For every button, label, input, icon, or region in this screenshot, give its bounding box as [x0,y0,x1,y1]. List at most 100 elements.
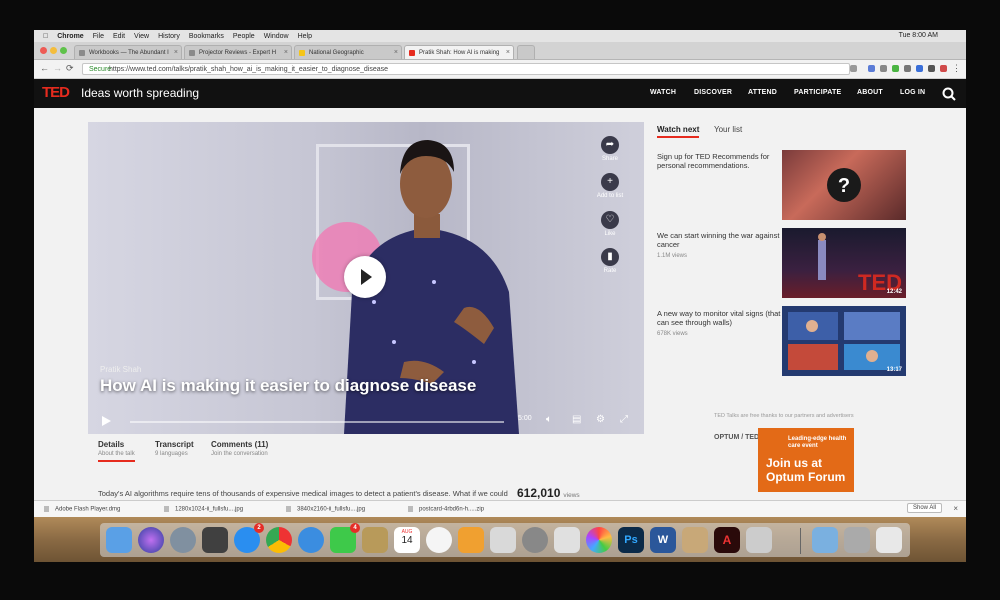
recommendation-item[interactable]: We can start winning the war against can… [657,231,785,261]
extension-icon[interactable] [868,65,875,72]
menu-help[interactable]: Help [298,33,312,40]
add-to-list-action[interactable]: + Add to list [590,173,630,199]
safari-icon[interactable] [298,527,324,553]
play-icon[interactable] [102,416,111,426]
menu-app-name[interactable]: Chrome [57,33,83,40]
menu-history[interactable]: History [158,33,180,40]
messages-icon[interactable]: 4 [330,523,360,553]
rate-action[interactable]: ▮ Rate [590,248,630,274]
launchpad-icon[interactable] [170,527,196,553]
menu-people[interactable]: People [233,33,255,40]
tab-transcript[interactable]: Transcript 9 languages [155,440,194,457]
extension-icon[interactable] [928,65,935,72]
ted-logo[interactable]: TED [42,84,70,101]
share-action[interactable]: ➦ Share [590,136,630,162]
volume-icon[interactable]: 🔈︎ [546,414,552,425]
new-tab-button[interactable] [517,45,535,59]
extension-icon[interactable] [892,65,899,72]
ibooks-icon[interactable] [458,527,484,553]
calendar-icon[interactable]: AUG 14 [394,527,420,553]
nav-discover[interactable]: DISCOVER [694,89,732,96]
mission-control-icon[interactable] [202,527,228,553]
notes-icon[interactable] [682,527,708,553]
recommendation-item[interactable]: A new way to monitor vital signs (that c… [657,309,785,339]
close-tab-icon[interactable]: × [174,46,178,59]
forward-icon[interactable]: → [53,63,62,73]
folder-icon[interactable] [812,527,838,553]
recommendation-title: A new way to monitor vital signs (that c… [657,309,781,327]
contacts-icon[interactable] [362,527,388,553]
close-tab-icon[interactable]: × [284,46,288,59]
minimize-window-button[interactable] [50,47,57,54]
tab-your-list[interactable]: Your list [714,125,742,134]
back-icon[interactable]: ← [40,63,49,73]
download-item[interactable]: 3840x2160-ii_fullsfu....jpg [286,506,365,513]
menu-window[interactable]: Window [264,33,289,40]
tab-details[interactable]: Details About the talk [98,440,135,462]
play-button[interactable] [344,256,386,298]
tab-watch-next[interactable]: Watch next [657,125,700,138]
preview-icon[interactable] [554,527,580,553]
url-bar[interactable]: Secure https://www.ted.com/talks/pratik_… [82,63,850,75]
system-preferences-icon[interactable] [522,527,548,553]
optum-ad[interactable]: OPTUM / TED Leading-edge health care eve… [714,428,854,492]
show-all-button[interactable]: Show All [906,503,942,513]
app-store-badge: 2 [254,523,264,533]
recommendation-item[interactable]: Sign up for TED Recommends for personal … [657,152,785,170]
menu-file[interactable]: File [93,33,104,40]
browser-tab-active[interactable]: Pratik Shah: How AI is making × [404,45,514,59]
nav-login[interactable]: LOG IN [900,89,925,96]
search-icon[interactable] [942,87,956,101]
downloads-stack-icon[interactable] [844,527,870,553]
preview-document-icon[interactable] [746,527,772,553]
subtitles-icon[interactable]: ▤ [572,414,581,425]
menu-view[interactable]: View [134,33,149,40]
zoom-window-button[interactable] [60,47,67,54]
reload-icon[interactable]: ⟳ [66,63,74,74]
extension-icon[interactable] [916,65,923,72]
app-store-icon[interactable]: 2 [234,523,264,553]
nav-watch[interactable]: WATCH [650,89,676,96]
settings-icon[interactable]: ⚙︎ [596,414,605,425]
menu-dots-icon[interactable]: ⋮ [952,63,961,74]
recommendation-thumbnail[interactable]: ? [782,150,906,220]
nav-participate[interactable]: PARTICIPATE [794,89,841,96]
fullscreen-icon[interactable]: ⤢ [620,414,628,425]
itunes-icon[interactable] [426,527,452,553]
tab-comments[interactable]: Comments (11) Join the conversation [211,440,268,457]
extension-icon[interactable] [904,65,911,72]
nav-attend[interactable]: ATTEND [748,89,777,96]
nav-about[interactable]: ABOUT [857,89,883,96]
recommendation-thumbnail[interactable]: TED 12:42 [782,228,906,298]
word-icon[interactable]: W [650,527,676,553]
menu-edit[interactable]: Edit [113,33,125,40]
acrobat-icon[interactable]: A [714,527,740,553]
photo-booth-icon[interactable] [490,527,516,553]
chrome-icon[interactable] [266,527,292,553]
close-tab-icon[interactable]: × [506,46,510,59]
photos-icon[interactable] [586,527,612,553]
browser-tab[interactable]: Projector Reviews - Expert H × [184,45,292,59]
like-action[interactable]: ♡ Like [590,211,630,237]
video-player[interactable]: ➦ Share + Add to list ♡ Like ▮ Rate Prat… [88,122,644,434]
star-icon[interactable] [850,65,857,72]
browser-tab[interactable]: Workbooks — The Abundant I × [74,45,182,59]
apple-icon[interactable]:  [43,33,48,40]
close-window-button[interactable] [40,47,47,54]
finder-icon[interactable] [106,527,132,553]
close-tab-icon[interactable]: × [394,46,398,59]
progress-bar[interactable] [130,421,504,423]
menubar-clock[interactable]: Tue 8:00 AM [899,32,938,39]
download-item[interactable]: 1280x1024-ii_fullsfu....jpg [164,506,243,513]
recommendation-thumbnail[interactable]: 13:17 [782,306,906,376]
extension-icon[interactable] [880,65,887,72]
download-item[interactable]: postcard-4rbd6n-h.....zip [408,506,484,513]
siri-icon[interactable] [138,527,164,553]
close-downloads-icon[interactable]: × [953,504,958,513]
download-item[interactable]: Adobe Flash Player.dmg [44,506,120,513]
menu-bookmarks[interactable]: Bookmarks [189,33,224,40]
photoshop-icon[interactable]: Ps [618,527,644,553]
extension-icon[interactable] [940,65,947,72]
trash-icon[interactable] [876,527,902,553]
browser-tab[interactable]: National Geographic × [294,45,402,59]
